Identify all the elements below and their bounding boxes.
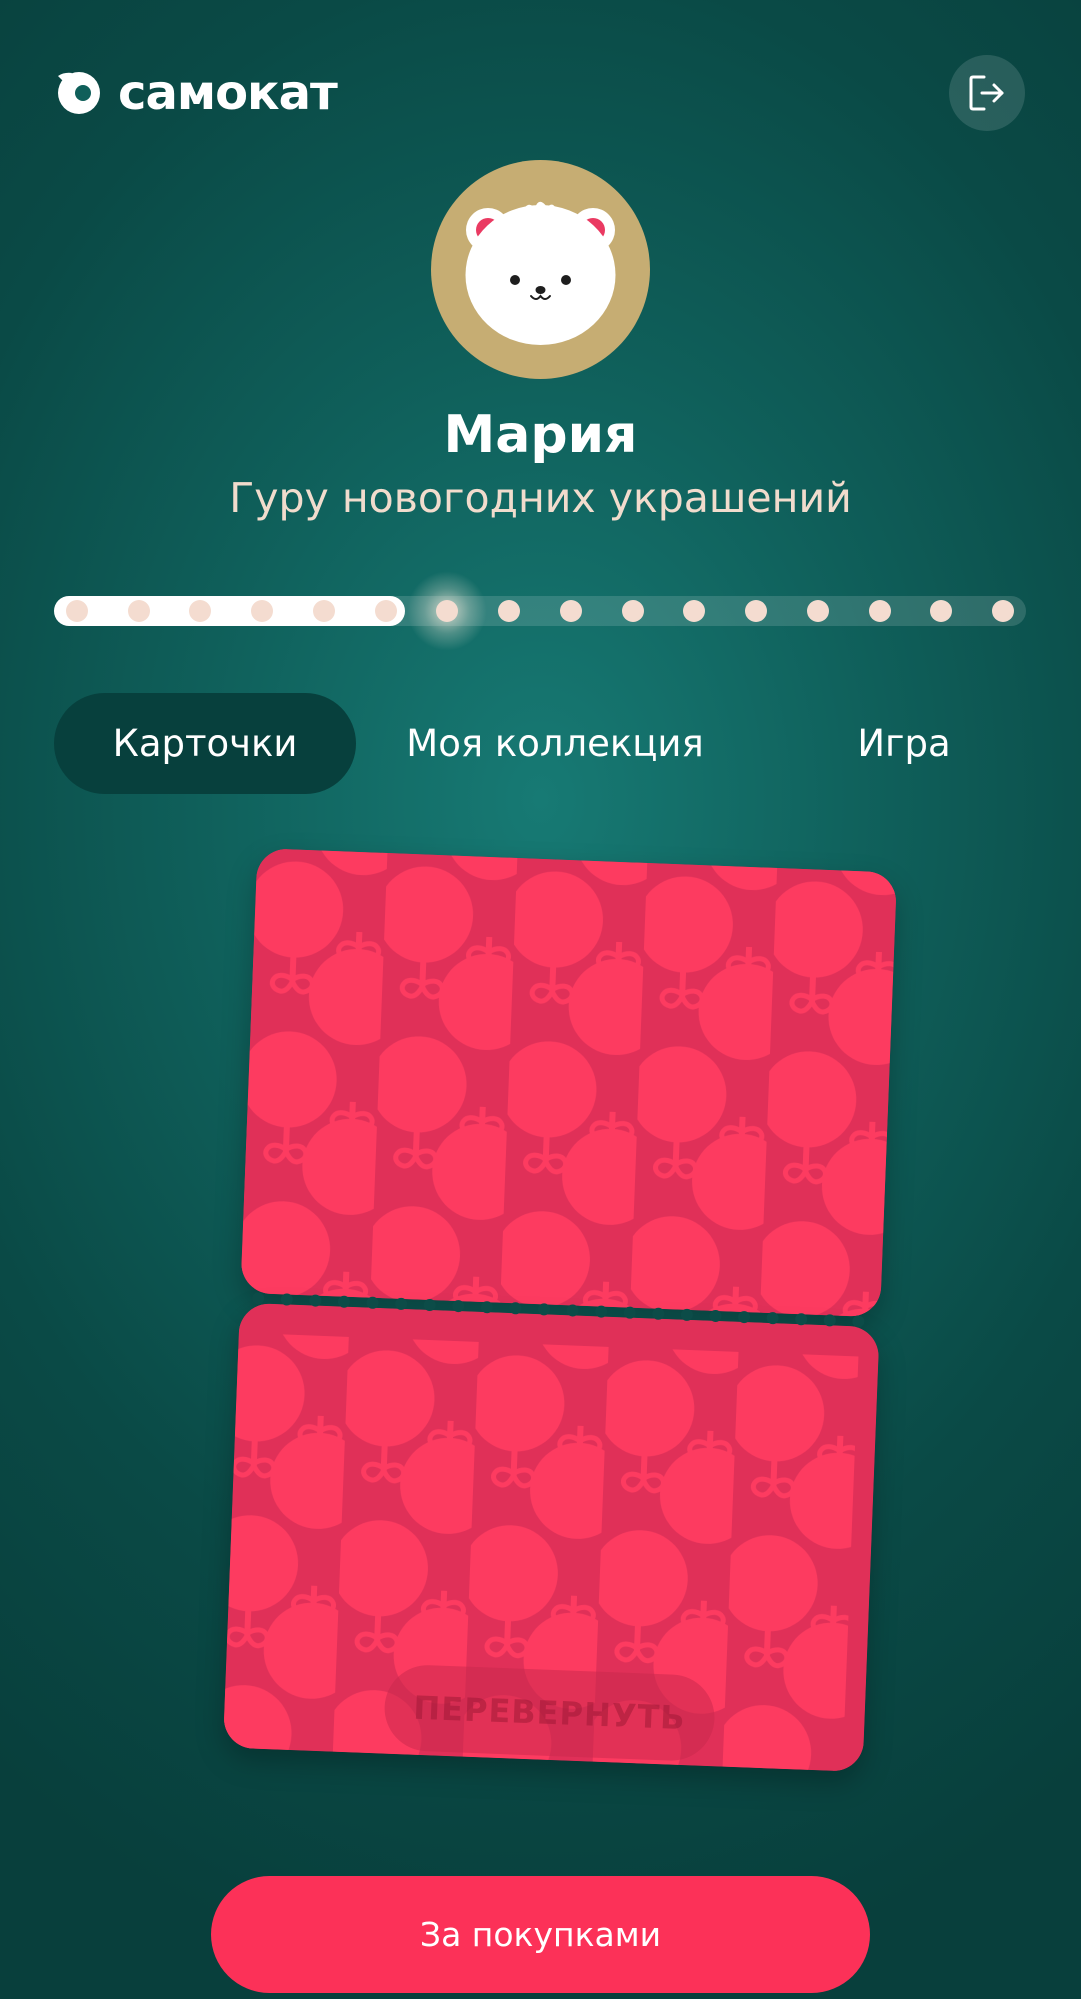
card-top-half	[240, 848, 898, 1318]
perforation-dot	[423, 1298, 436, 1311]
tab-bar: Карточки Моя коллекция Игра	[54, 693, 1026, 794]
perforation-dot	[709, 1309, 722, 1322]
tab-my-collection[interactable]: Моя коллекция	[390, 693, 720, 794]
progress-step-dot	[127, 600, 150, 622]
user-title: Гуру новогодних украшений	[229, 474, 852, 522]
progress-fill	[54, 596, 405, 626]
logo-text: самокат	[118, 65, 338, 121]
perforation-dot	[766, 1312, 779, 1325]
bear-avatar-icon	[465, 201, 616, 345]
logout-icon	[969, 75, 1004, 111]
progress-step-dot	[806, 600, 829, 622]
progress-step-dot	[374, 600, 397, 622]
logo-mark-icon	[58, 72, 100, 114]
perforation-dot	[795, 1313, 808, 1326]
perforation-dot	[309, 1294, 322, 1307]
progress-step-dot	[66, 600, 88, 622]
samokat-logo: самокат	[54, 65, 338, 121]
level-progress	[54, 571, 1026, 651]
perforation-dot	[252, 1292, 265, 1305]
progress-step-dot	[559, 600, 582, 622]
tab-game[interactable]: Игра	[814, 693, 994, 794]
flip-card-button[interactable]: ПЕРЕВЕРНУТЬ	[382, 1663, 717, 1763]
perforation-dot	[509, 1302, 522, 1315]
perforation-dot	[623, 1306, 636, 1319]
perforation-dot	[680, 1308, 693, 1321]
perforation-dot	[738, 1311, 751, 1324]
progress-step-dot	[312, 600, 335, 622]
user-name: Мария	[443, 405, 638, 465]
perforation-dot	[337, 1295, 350, 1308]
progress-step-dot	[745, 600, 768, 622]
perforation-dot	[823, 1314, 836, 1327]
perforation-dot	[452, 1300, 465, 1313]
app-screen: самокат Мария Гуру новогодних украшений …	[0, 0, 1081, 1999]
avatar	[431, 160, 650, 379]
progress-step-dot	[621, 600, 644, 622]
progress-step-dot	[992, 600, 1014, 622]
progress-step-dot	[498, 600, 521, 622]
ornament-pattern-icon	[240, 848, 898, 1318]
perforation-dot	[280, 1293, 293, 1306]
perforation-dot	[566, 1304, 579, 1317]
progress-step-dot	[868, 600, 891, 622]
perforation-dot	[595, 1305, 608, 1318]
tab-cards[interactable]: Карточки	[54, 693, 356, 794]
perforation-dot	[366, 1296, 379, 1309]
perforation-dot	[852, 1315, 865, 1328]
scratch-card[interactable]: ПЕРЕВЕРНУТЬ	[222, 848, 898, 1772]
perforation-dot	[395, 1297, 408, 1310]
perforation-dot	[538, 1303, 551, 1316]
perforation-dot	[480, 1301, 493, 1314]
go-shopping-button[interactable]: За покупками	[211, 1876, 870, 1993]
logout-button[interactable]	[949, 55, 1025, 131]
perforation-dot	[652, 1307, 665, 1320]
